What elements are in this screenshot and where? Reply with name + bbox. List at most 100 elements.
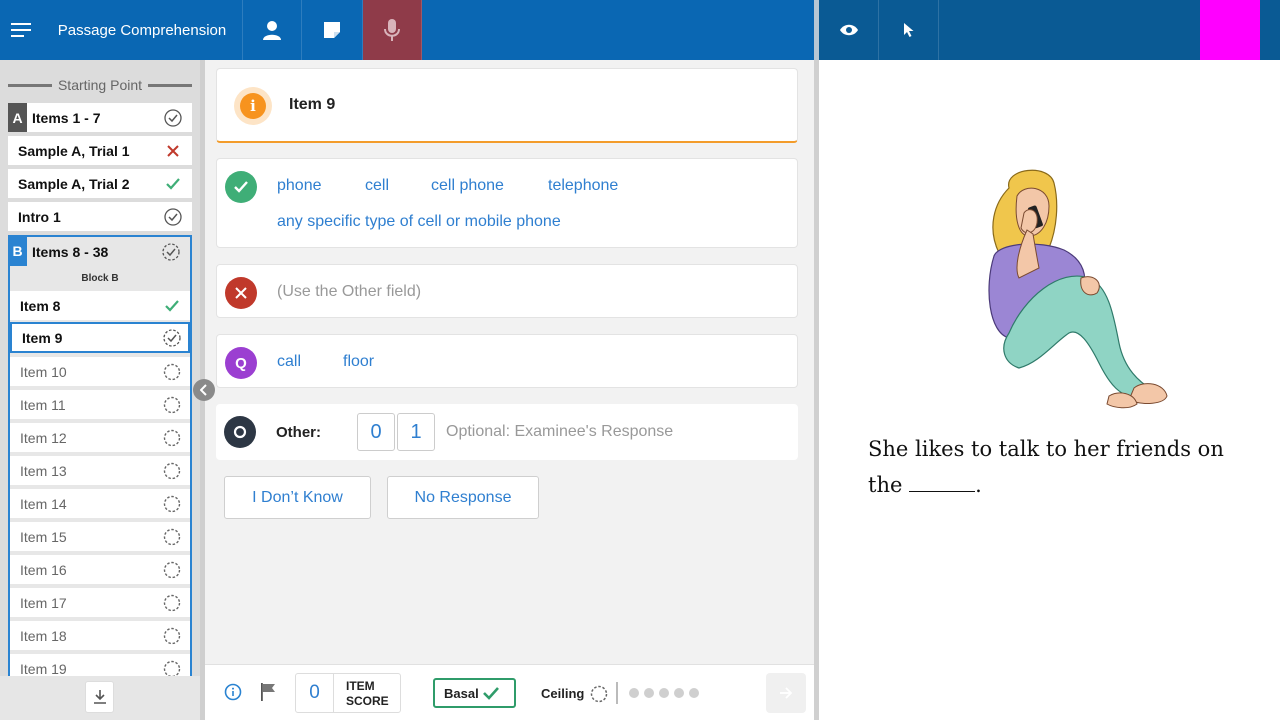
complete-check-icon	[164, 109, 182, 127]
examinee-response-input[interactable]: Optional: Examinee's Response	[446, 423, 673, 441]
pending-icon	[163, 561, 181, 579]
correct-answers-card: phone cell cell phone telephone any spec…	[216, 158, 798, 248]
item-score-label-line2: SCORE	[346, 694, 389, 708]
collapse-sidebar-button[interactable]	[193, 379, 215, 401]
sidebar-item-label: Item 14	[20, 495, 67, 512]
other-o-icon[interactable]	[224, 416, 256, 448]
incorrect-x-icon	[164, 142, 182, 160]
sidebar-item-15[interactable]: Item 15	[10, 522, 190, 551]
magenta-marker	[1200, 0, 1260, 60]
sidebar-item-label: Item 17	[20, 594, 67, 611]
sidebar-item-label: Item 9	[22, 329, 63, 346]
item-title: Item 9	[289, 96, 336, 113]
correct-answer-specific-phone[interactable]: any specific type of cell or mobile phon…	[277, 213, 561, 231]
sidebar-footer	[0, 676, 200, 720]
item-score-label: ITEM SCORE	[346, 679, 389, 709]
sidebar-item-19[interactable]: Item 19	[10, 654, 190, 676]
query-answers-card: Q call floor	[216, 334, 798, 388]
progress-dot	[689, 688, 699, 698]
query-answer-floor[interactable]: floor	[343, 353, 374, 371]
pending-icon	[163, 363, 181, 381]
starting-point-label: Starting Point	[8, 76, 192, 94]
info-icon[interactable]: i	[234, 87, 272, 125]
sidebar: Starting Point A Items 1 - 7 Sample A, T…	[0, 60, 200, 676]
block-a-header[interactable]: A Items 1 - 7	[8, 103, 192, 132]
note-icon	[324, 22, 340, 38]
incorrect-note: (Use the Other field)	[277, 283, 422, 300]
sidebar-item-9[interactable]: Item 9	[10, 322, 190, 353]
score-1-button[interactable]: 1	[397, 413, 435, 451]
pending-icon	[163, 396, 181, 414]
microphone-button[interactable]	[363, 0, 422, 60]
ceiling-label: Ceiling	[541, 686, 585, 701]
block-b-header[interactable]: B Items 8 - 38	[8, 235, 190, 266]
sidebar-item-label: Item 11	[20, 396, 66, 413]
download-button[interactable]	[85, 681, 114, 713]
sidebar-item-8[interactable]: Item 8	[10, 291, 190, 320]
progress-dot	[659, 688, 669, 698]
progress-dot	[644, 688, 654, 698]
block-b-label: Items 8 - 38	[32, 243, 109, 260]
sidebar-item-10[interactable]: Item 10	[10, 357, 190, 386]
top-toolbar: Passage Comprehension	[0, 0, 814, 60]
dont-know-button[interactable]: I Don’t Know	[224, 476, 371, 519]
info-circle-icon[interactable]	[224, 683, 242, 706]
sidebar-item-16[interactable]: Item 16	[10, 555, 190, 584]
sidebar-item-sample-a-trial-2[interactable]: Sample A, Trial 2	[8, 169, 192, 198]
query-q-icon[interactable]: Q	[225, 347, 257, 379]
query-answer-call[interactable]: call	[277, 353, 301, 371]
incorrect-answers-card: (Use the Other field)	[216, 264, 798, 318]
chevron-left-icon	[200, 384, 207, 396]
correct-answer-cell-phone[interactable]: cell phone	[431, 177, 504, 195]
block-b-letter: B	[8, 235, 27, 266]
item-score-value: 0	[296, 674, 334, 712]
no-response-button[interactable]: No Response	[387, 476, 539, 519]
next-item-button[interactable]	[766, 673, 806, 713]
pending-icon	[163, 627, 181, 645]
correct-check-icon	[163, 297, 181, 315]
in-progress-icon	[162, 243, 180, 261]
footer-separator	[616, 682, 618, 704]
sidebar-item-label: Item 15	[20, 528, 67, 545]
sidebar-item-13[interactable]: Item 13	[10, 456, 190, 485]
pending-icon	[163, 660, 181, 676]
sidebar-item-14[interactable]: Item 14	[10, 489, 190, 518]
microphone-icon	[384, 19, 400, 41]
sidebar-item-17[interactable]: Item 17	[10, 588, 190, 617]
notes-button[interactable]	[302, 0, 363, 60]
examinee-button[interactable]	[243, 0, 302, 60]
sidebar-item-label: Item 13	[20, 462, 67, 479]
progress-dot	[629, 688, 639, 698]
item-score-label-line1: ITEM	[346, 679, 375, 693]
passage-period: .	[975, 473, 982, 497]
incorrect-x-icon[interactable]	[225, 277, 257, 309]
correct-check-icon	[164, 175, 182, 193]
block-a-letter: A	[8, 103, 27, 132]
sidebar-item-label: Intro 1	[18, 208, 61, 225]
flag-icon[interactable]	[260, 682, 276, 707]
show-easel-button[interactable]	[819, 0, 879, 60]
sidebar-item-12[interactable]: Item 12	[10, 423, 190, 452]
correct-answer-phone[interactable]: phone	[277, 177, 322, 195]
sidebar-item-label: Item 12	[20, 429, 67, 446]
pending-icon	[163, 528, 181, 546]
pending-icon	[163, 495, 181, 513]
sidebar-item-label: Item 16	[20, 561, 67, 578]
pending-icon	[163, 429, 181, 447]
basal-check-icon	[482, 687, 499, 700]
ceiling-indicator: Ceiling	[541, 686, 584, 701]
pointer-button[interactable]	[879, 0, 939, 60]
progress-dot	[674, 688, 684, 698]
menu-button[interactable]	[0, 0, 42, 60]
sidebar-item-intro-1[interactable]: Intro 1	[8, 202, 192, 231]
correct-answer-telephone[interactable]: telephone	[548, 177, 618, 195]
sidebar-item-18[interactable]: Item 18	[10, 621, 190, 650]
sidebar-item-label: Item 19	[20, 660, 67, 677]
score-0-button[interactable]: 0	[357, 413, 395, 451]
correct-answer-cell[interactable]: cell	[365, 177, 389, 195]
passage-sentence: She likes to talk to her friends on the …	[868, 431, 1248, 503]
correct-check-icon[interactable]	[225, 171, 257, 203]
sidebar-item-sample-a-trial-1[interactable]: Sample A, Trial 1	[8, 136, 192, 165]
in-progress-icon	[163, 329, 181, 347]
sidebar-item-11[interactable]: Item 11	[10, 390, 190, 419]
